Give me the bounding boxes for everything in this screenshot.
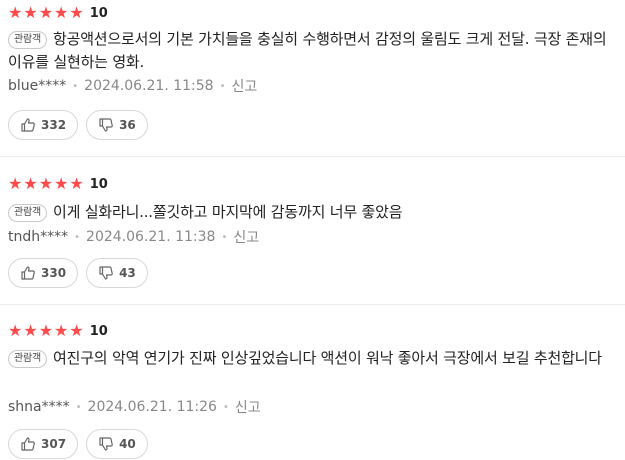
review-meta: shna**** • 2024.06.21. 11:26 • 신고: [8, 397, 261, 417]
dislike-button[interactable]: 36: [86, 110, 148, 140]
thumbs-up-icon: [21, 118, 35, 132]
review-actions: 307 40: [8, 429, 148, 459]
like-count: 307: [41, 437, 67, 451]
star-icon: ★: [23, 174, 38, 193]
star-icon: ★: [8, 3, 23, 22]
thumbs-down-icon: [99, 118, 113, 132]
separator-dot: •: [219, 80, 226, 92]
review-content: 관람객 여진구의 악역 연기가 진짜 인상깊었습니다 액션이 워낙 좋아서 극장에…: [8, 347, 618, 370]
separator-dot: •: [222, 401, 229, 413]
like-button[interactable]: 330: [8, 258, 79, 288]
star-icon: ★: [54, 174, 69, 193]
review-item: ★ ★ ★ ★ ★ 10 관람객 이게 실화라니...쫄깃하고 마지막에 감동까지 너무 …: [0, 156, 625, 304]
review-meta: blue**** • 2024.06.21. 11:58 • 신고: [8, 76, 257, 96]
review-text: 항공액션으로서의 기본 가치들을 충실히 수행하면서 감정의 울림도 크게 전달…: [8, 30, 607, 71]
thumbs-down-icon: [99, 266, 113, 280]
review-date: 2024.06.21. 11:38: [86, 229, 216, 245]
separator-dot: •: [74, 231, 81, 243]
star-icon: ★: [8, 174, 23, 193]
review-item: ★ ★ ★ ★ ★ 10 관람객 여진구의 악역 연기가 진짜 인상깊었습니다 액션이 워…: [0, 304, 625, 460]
dislike-count: 40: [119, 437, 136, 451]
review-actions: 330 43: [8, 258, 148, 288]
review-content: 관람객 이게 실화라니...쫄깃하고 마지막에 감동까지 너무 좋았음: [8, 201, 618, 224]
star-icon: ★: [54, 321, 69, 340]
like-button[interactable]: 307: [8, 429, 79, 459]
report-link[interactable]: 신고: [235, 397, 261, 417]
star-icon: ★: [8, 321, 23, 340]
viewer-badge: 관람객: [8, 350, 47, 368]
thumbs-up-icon: [21, 266, 35, 280]
username: shna****: [8, 399, 70, 415]
separator-dot: •: [221, 231, 228, 243]
rating-score: 10: [89, 323, 108, 339]
thumbs-down-icon: [99, 437, 113, 451]
review-meta: tndh**** • 2024.06.21. 11:38 • 신고: [8, 227, 259, 247]
separator-dot: •: [72, 80, 79, 92]
star-icon: ★: [38, 3, 54, 22]
rating-score: 10: [89, 5, 108, 21]
dislike-button[interactable]: 43: [86, 258, 148, 288]
report-link[interactable]: 신고: [231, 76, 257, 96]
star-rating: ★ ★ ★ ★ ★: [8, 5, 84, 21]
star-icon: ★: [23, 321, 38, 340]
review-content: 관람객 항공액션으로서의 기본 가치들을 충실히 수행하면서 감정의 울림도 크게…: [8, 28, 618, 74]
like-count: 332: [41, 118, 67, 132]
star-icon: ★: [23, 3, 38, 22]
review-date: 2024.06.21. 11:26: [87, 399, 217, 415]
star-icon: ★: [54, 3, 69, 22]
rating: ★ ★ ★ ★ ★ 10: [8, 5, 108, 21]
dislike-count: 36: [119, 118, 136, 132]
report-link[interactable]: 신고: [233, 227, 259, 247]
star-icon: ★: [38, 321, 54, 340]
rating: ★ ★ ★ ★ ★ 10: [8, 176, 108, 192]
thumbs-up-icon: [21, 437, 35, 451]
review-text: 이게 실화라니...쫄깃하고 마지막에 감동까지 너무 좋았음: [53, 203, 403, 221]
username: tndh****: [8, 229, 69, 245]
star-rating: ★ ★ ★ ★ ★: [8, 176, 84, 192]
star-icon: ★: [69, 321, 84, 340]
star-icon: ★: [69, 3, 84, 22]
viewer-badge: 관람객: [8, 204, 47, 222]
rating-score: 10: [89, 176, 108, 192]
dislike-button[interactable]: 40: [86, 429, 148, 459]
username: blue****: [8, 78, 67, 94]
star-icon: ★: [69, 174, 84, 193]
separator-dot: •: [75, 401, 82, 413]
like-button[interactable]: 332: [8, 110, 79, 140]
star-icon: ★: [38, 174, 54, 193]
star-rating: ★ ★ ★ ★ ★: [8, 323, 84, 339]
dislike-count: 43: [119, 266, 136, 280]
review-item: ★ ★ ★ ★ ★ 10 관람객 항공액션으로서의 기본 가치들을 충실히 수행하면서 감…: [0, 0, 625, 156]
review-actions: 332 36: [8, 110, 148, 140]
rating: ★ ★ ★ ★ ★ 10: [8, 323, 108, 339]
like-count: 330: [41, 266, 67, 280]
review-text: 여진구의 악역 연기가 진짜 인상깊었습니다 액션이 워낙 좋아서 극장에서 보…: [53, 349, 602, 367]
review-date: 2024.06.21. 11:58: [84, 78, 214, 94]
viewer-badge: 관람객: [8, 31, 47, 49]
